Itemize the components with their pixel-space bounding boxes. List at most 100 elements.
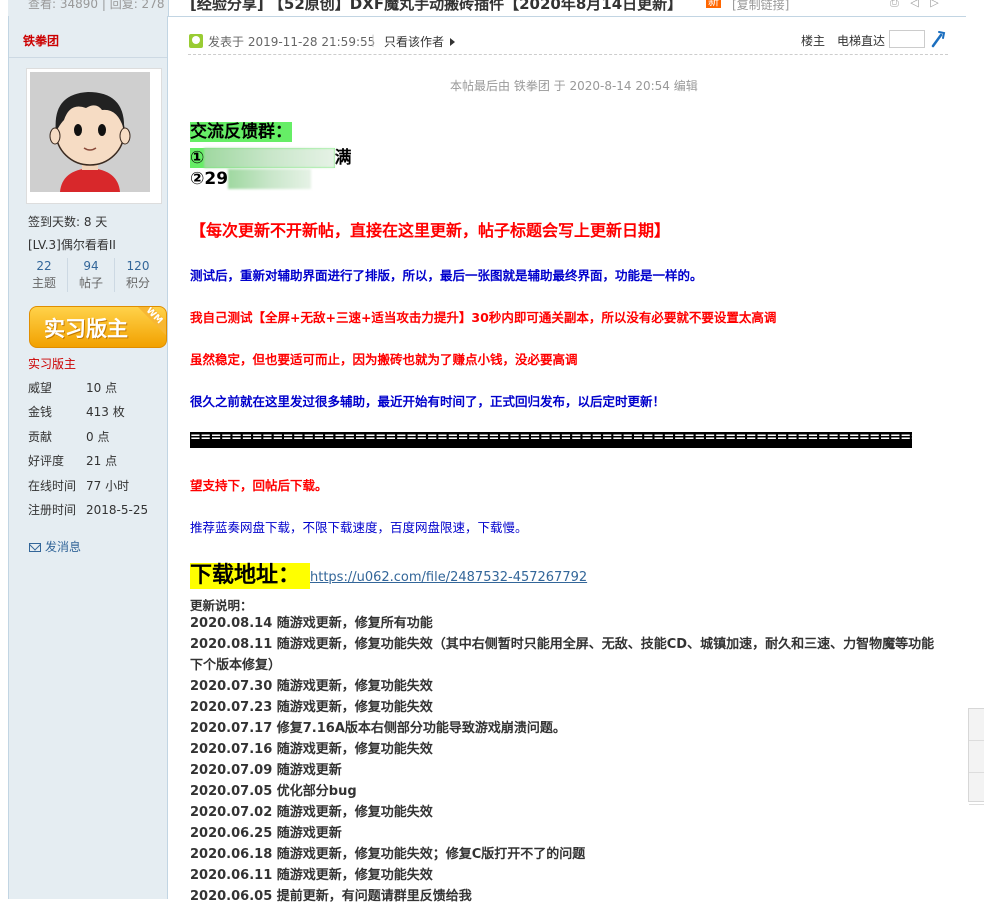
divider [9,57,167,58]
info-value: 10 点 [86,381,118,395]
changelog-line: 2020.07.02 随游戏更新，修复功能失效 [190,805,433,820]
info-key: 贡献 [28,429,53,444]
jump-go-icon[interactable] [930,30,946,48]
print-and-nav-icons[interactable]: ⎙ ◁ ▷ [890,0,943,10]
author-sidebar: 铁拳团 签到天数: 8 天 [LV.3]偶尔看看II 22 主题 94 帖子 1… [8,16,168,899]
edit-note: 本帖最后由 铁拳团 于 2020-8-14 20:54 编辑 [450,79,698,93]
redacted-number: 12345678901 [204,148,335,168]
caret-right-icon [450,38,456,46]
stat-topics[interactable]: 22 主题 [21,258,68,292]
info-key: 威望 [28,381,53,395]
paragraph-support: 望支持下，回帖后下载。 [190,478,328,493]
new-badge: 新 [706,0,721,8]
moderator-medal: 实习版主 WM [29,306,167,348]
floating-toolbar[interactable] [968,708,984,805]
download-link[interactable]: https://u062.com/file/2487532-457267792 [310,570,587,585]
stat-label: 帖子 [78,276,103,290]
info-row: 好评度 21 点 [28,449,148,473]
changelog-list: 2020.08.14 随游戏更新，修复所有功能 2020.08.11 随游戏更新… [190,613,945,907]
changelog-title: 更新说明： [190,598,253,613]
avatar[interactable] [26,68,162,204]
stat-credits[interactable]: 120 积分 [115,258,161,292]
stat-value: 120 [126,259,150,273]
paragraph-stable: 虽然稳定，但也要适可而止，因为搬砖也就为了赚点小钱，没必要高调 [190,352,578,367]
avatar-image [30,72,150,192]
redacted-number: 7191502 [228,169,311,189]
separator-bar: ========================================… [190,432,912,448]
qq-group-1: ①12345678901满 [190,143,352,168]
qq-group-1-suffix: 满 [334,148,352,168]
info-key: 金钱 [28,405,53,420]
paragraph-test: 我自己测试【全屏+无敌+三速+适当攻击力提升】30秒内即可通关副本，所以没有必要… [190,310,777,325]
changelog-line: 2020.07.17 修复7.16A版本右侧部分功能导致游戏崩溃问题。 [190,721,566,736]
medal-corner: WM [132,307,166,338]
separator-text: ========================================… [190,432,912,445]
paragraph-layout: 测试后，重新对辅助界面进行了排版，所以，最后一张图就是辅助最终界面，功能是一样的… [190,268,703,283]
floor-jump-input[interactable] [889,30,925,48]
info-value: 2018-5-25 [86,502,149,517]
medal-text: 实习版主 [44,317,128,341]
qq-group-2-prefix: ②29 [190,169,229,189]
changelog-line: 2020.07.09 随游戏更新 [190,763,342,778]
stat-label: 主题 [31,276,56,290]
toolbar-slot[interactable] [969,709,984,741]
info-row: 金钱 413 枚 [28,400,148,424]
changelog-line: 2020.06.05 提前更新，有问题请群里反馈给我 [190,889,472,904]
download-label: 下载地址： [190,563,311,589]
send-message-button[interactable]: 发消息 [29,538,81,555]
update-notice: 【每次更新不开新帖，直接在这里更新，帖子标题会写上更新日期】 [190,221,671,240]
user-level[interactable]: [LV.3]偶尔看看II [28,236,116,253]
stat-label: 积分 [125,276,150,290]
toolbar-slot[interactable] [969,741,984,773]
send-message-label: 发消息 [45,540,82,554]
jump-label: 电梯直达 [837,34,886,48]
divider [168,16,966,17]
info-value: 413 枚 [86,405,125,420]
info-key: 在线时间 [28,478,77,493]
info-key: 注册时间 [28,502,77,517]
mail-icon [29,543,41,552]
info-key: 好评度 [28,454,65,469]
qq-group-2: ②297191502 [190,169,311,189]
toolbar-slot[interactable] [969,773,984,805]
separator: | [371,33,376,47]
changelog-line: 2020.08.11 随游戏更新，修复功能失效（其中右侧暂时只能用全屏、无敌、技… [190,637,935,673]
post-header-bar: 发表于 2019-11-28 21:59:55 | 只看该作者 楼主 电梯直达 [188,30,948,55]
qq-group-1-prefix: ① [190,148,205,168]
info-value: 21 点 [86,454,118,469]
qq-group-title-text: 交流反馈群： [190,122,292,142]
author-stats: 22 主题 94 帖子 120 积分 [21,258,161,292]
stat-posts[interactable]: 94 帖子 [68,258,115,292]
user-group[interactable]: 实习版主 [28,355,76,372]
info-row: 在线时间 77 小时 [28,474,148,498]
copy-link[interactable]: [复制链接] [732,0,789,13]
changelog-line: 2020.06.11 随游戏更新，修复功能失效 [190,868,433,883]
paragraph-return: 很久之前就在这里发过很多辅助，最近开始有时间了，正式回归发布，以后定时更新！ [190,394,666,409]
thread-title: [经验分享] 【52原创】DXF魔丸手动搬砖插件【2020年8月14日更新】 [190,0,683,13]
changelog-line: 2020.07.30 随游戏更新，修复功能失效 [190,679,433,694]
changelog-line: 2020.08.14 随游戏更新，修复所有功能 [190,616,433,631]
paragraph-recommend: 推荐蓝奏网盘下载，不限下载速度，百度网盘限速，下载慢。 [190,520,528,535]
thread-stats-cell: 查看: 34890 | 回复: 278 [8,0,169,16]
author-info: 威望 10 点 金钱 413 枚 贡献 0 点 好评度 21 点 在线时间 77 小时 注… [28,376,148,522]
info-value: 0 点 [86,429,110,444]
changelog-line: 2020.07.23 随游戏更新，修复功能失效 [190,700,433,715]
only-author-link[interactable]: 只看该作者 [384,33,456,50]
thread-stats: 查看: 34890 | 回复: 278 [28,0,165,11]
changelog-line: 2020.07.05 优化部分bug [190,784,357,799]
stat-value: 94 [83,259,99,273]
stat-value: 22 [36,259,52,273]
floor-label: 楼主 [801,34,826,48]
only-author-label: 只看该作者 [384,35,445,49]
changelog-line: 2020.07.16 随游戏更新，修复功能失效 [190,742,433,757]
info-value: 77 小时 [86,478,130,493]
sign-days: 签到天数: 8 天 [28,215,108,229]
qq-group-title: 交流反馈群： [190,117,292,142]
online-status-icon [189,34,203,48]
info-row: 注册时间 2018-5-25 [28,498,148,522]
changelog-line: 2020.06.25 随游戏更新 [190,826,342,841]
info-row: 威望 10 点 [28,376,148,400]
author-name[interactable]: 铁拳团 [23,32,59,49]
changelog-line: 2020.06.18 随游戏更新，修复功能失效；修复C版打开不了的问题 [190,847,586,862]
info-row: 贡献 0 点 [28,425,148,449]
